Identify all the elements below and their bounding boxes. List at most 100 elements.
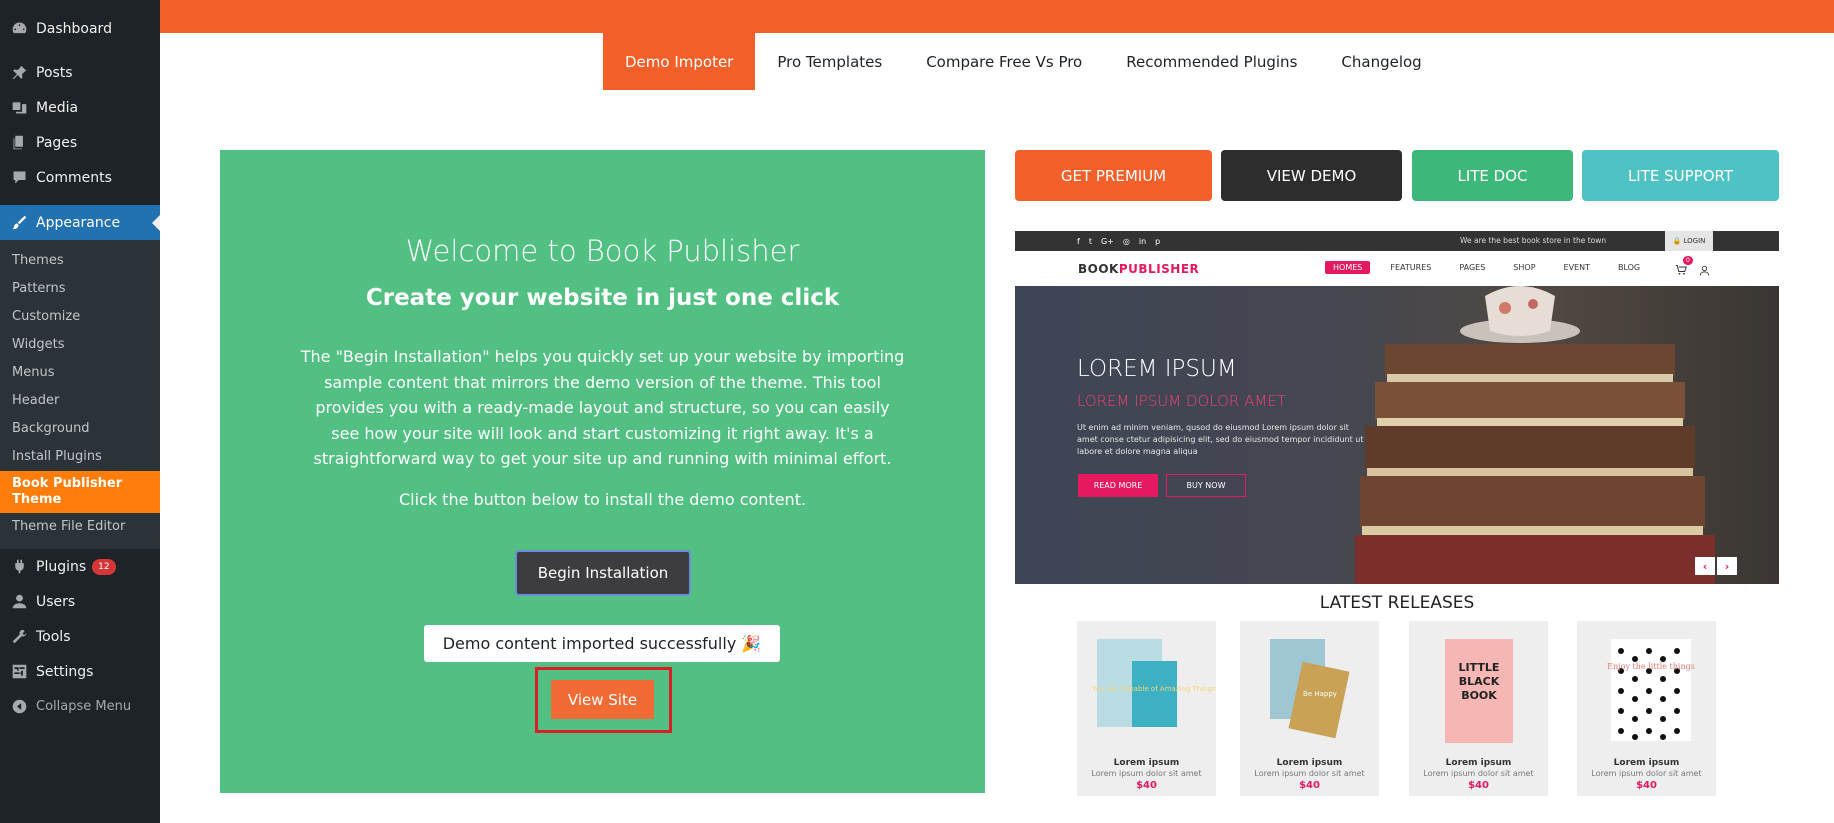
twitter-icon: t — [1088, 237, 1092, 246]
menu-comments-label: Comments — [36, 169, 112, 186]
tab-recommended-plugins[interactable]: Recommended Plugins — [1104, 33, 1319, 90]
wrench-icon — [9, 627, 29, 647]
preview-hero-text: Ut enim ad minim veniam, qusod do eiusmo… — [1077, 423, 1364, 456]
welcome-description: The "Begin Installation" helps you quick… — [300, 347, 905, 468]
preview-menu-item: SHOP — [1513, 263, 1536, 272]
book-price: $40 — [1636, 780, 1657, 791]
pages-icon — [9, 133, 29, 153]
submenu-book-publisher-theme[interactable]: Book Publisher Theme — [0, 471, 160, 513]
tab-compare-free-vs-pro[interactable]: Compare Free Vs Pro — [904, 33, 1104, 90]
preview-hero-title: LOREM IPSUM — [1077, 356, 1237, 382]
menu-comments[interactable]: Comments — [0, 160, 160, 195]
lite-doc-button[interactable]: LITE DOC — [1412, 150, 1573, 201]
book-cover-text: Enjoy the little things — [1607, 662, 1695, 671]
get-premium-button[interactable]: GET PREMIUM — [1015, 150, 1212, 201]
submenu-patterns[interactable]: Patterns — [0, 275, 160, 303]
menu-posts-label: Posts — [36, 64, 73, 81]
menu-tools-label: Tools — [36, 628, 71, 645]
tab-demo-importer[interactable]: Demo Impoter — [603, 33, 756, 90]
menu-users-label: Users — [36, 593, 76, 610]
preview-tagline: We are the best book store in the town — [1460, 236, 1607, 245]
install-instruction: Click the button below to install the de… — [398, 490, 807, 509]
view-site-button[interactable]: View Site — [551, 680, 654, 719]
svg-text:BOOK: BOOK — [1461, 689, 1497, 702]
submenu-widgets[interactable]: Widgets — [0, 331, 160, 359]
google-plus-icon: G+ — [1100, 237, 1114, 246]
dashboard-icon — [9, 19, 29, 39]
theme-header-bar — [160, 0, 1834, 33]
preview-social-icons: f t G+ ◎ in p — [1077, 237, 1160, 246]
book-description: Lorem ipsum dolor sit amet — [1591, 769, 1702, 778]
svg-text:BLACK: BLACK — [1459, 675, 1500, 688]
preview-menu-item: FEATURES — [1390, 263, 1432, 272]
submenu-install-plugins[interactable]: Install Plugins — [0, 443, 160, 471]
tab-pro-templates[interactable]: Pro Templates — [755, 33, 904, 90]
instagram-icon: ◎ — [1122, 237, 1130, 246]
view-demo-button[interactable]: VIEW DEMO — [1221, 150, 1402, 201]
submenu-menus[interactable]: Menus — [0, 359, 160, 387]
submenu-header[interactable]: Header — [0, 387, 160, 415]
facebook-icon: f — [1077, 237, 1080, 246]
welcome-title: Welcome to Book Publisher — [405, 234, 800, 268]
preview-menu-item: HOMES — [1325, 261, 1371, 274]
preview-slider-arrows: ‹ › — [1695, 557, 1737, 575]
menu-media[interactable]: Media — [0, 90, 160, 125]
book-description: Lorem ipsum dolor sit amet — [1091, 769, 1202, 778]
menu-appearance[interactable]: Appearance — [0, 205, 160, 240]
collapse-menu-label: Collapse Menu — [36, 699, 132, 714]
menu-users[interactable]: Users — [0, 584, 160, 619]
submenu-background[interactable]: Background — [0, 415, 160, 443]
book-title: Lorem ipsum — [1276, 758, 1343, 768]
theme-tabs: Demo Impoter Pro Templates Compare Free … — [603, 33, 1444, 90]
submenu-theme-file-editor[interactable]: Theme File Editor — [0, 513, 160, 541]
settings-icon — [9, 662, 29, 682]
menu-posts[interactable]: Posts — [0, 55, 160, 90]
welcome-subtitle: Create your website in just one click — [365, 285, 840, 311]
preview-buy-now-button: BUY NOW — [1166, 474, 1246, 497]
book-cover-image: Be Happy — [1270, 639, 1350, 739]
pinterest-icon: p — [1155, 237, 1161, 246]
menu-plugins[interactable]: Plugins 12 — [0, 549, 160, 584]
import-success-message: Demo content imported successfully 🎉 — [424, 625, 780, 662]
book-title: Lorem ipsum — [1445, 758, 1512, 768]
preview-menu: HOMES FEATURES PAGES SHOP EVENT BLOG — [1325, 261, 1660, 274]
book-cover-image: LITTLE BLACK BOOK — [1445, 639, 1513, 743]
begin-installation-button[interactable]: Begin Installation — [515, 550, 691, 596]
chevron-left-icon: ‹ — [1695, 557, 1715, 575]
book-title: Lorem ipsum — [1113, 758, 1180, 768]
preview-book-card: Enjoy the little things Lorem ipsum Lore… — [1577, 621, 1716, 796]
menu-settings-label: Settings — [36, 663, 94, 680]
menu-settings[interactable]: Settings — [0, 654, 160, 689]
submenu-customize[interactable]: Customize — [0, 303, 160, 331]
menu-appearance-label: Appearance — [36, 214, 121, 231]
book-description: Lorem ipsum dolor sit amet — [1254, 769, 1365, 778]
linkedin-icon: in — [1138, 237, 1147, 246]
preview-hero-banner: LOREM IPSUM LOREM IPSUM DOLOR AMET Ut en… — [1015, 286, 1779, 584]
preview-hero-subtitle: LOREM IPSUM DOLOR AMET — [1077, 392, 1286, 410]
users-icon — [9, 592, 29, 612]
menu-dashboard[interactable]: Dashboard — [0, 11, 160, 46]
chevron-right-icon: › — [1717, 557, 1737, 575]
preview-topbar: f t G+ ◎ in p We are the best book store… — [1015, 231, 1779, 251]
collapse-menu-button[interactable]: Collapse Menu — [0, 689, 160, 724]
preview-menu-item: EVENT — [1563, 263, 1590, 272]
book-cover-image: Enjoy the little things — [1607, 639, 1695, 741]
submenu-themes[interactable]: Themes — [0, 247, 160, 275]
preview-book-card: You are Capable of Amazing Things Lorem … — [1077, 621, 1216, 796]
preview-latest-releases-heading: LATEST RELEASES — [1319, 593, 1475, 613]
comment-icon — [9, 168, 29, 188]
menu-plugins-label: Plugins — [36, 558, 87, 575]
welcome-panel: Welcome to Book Publisher Create your we… — [220, 150, 985, 793]
menu-pages[interactable]: Pages — [0, 125, 160, 160]
book-cover-text: Be Happy — [1303, 690, 1337, 698]
plugins-update-badge: 12 — [92, 558, 116, 575]
lite-support-button[interactable]: LITE SUPPORT — [1582, 150, 1779, 201]
preview-read-more-button: READ MORE — [1078, 474, 1158, 497]
menu-tools[interactable]: Tools — [0, 619, 160, 654]
menu-media-label: Media — [36, 99, 79, 116]
book-price: $40 — [1468, 780, 1489, 791]
user-icon — [1699, 261, 1710, 280]
admin-sidebar: Dashboard Posts Media Pages Comments App… — [0, 0, 160, 823]
tab-changelog[interactable]: Changelog — [1319, 33, 1443, 90]
preview-menu-item: BLOG — [1617, 263, 1641, 272]
